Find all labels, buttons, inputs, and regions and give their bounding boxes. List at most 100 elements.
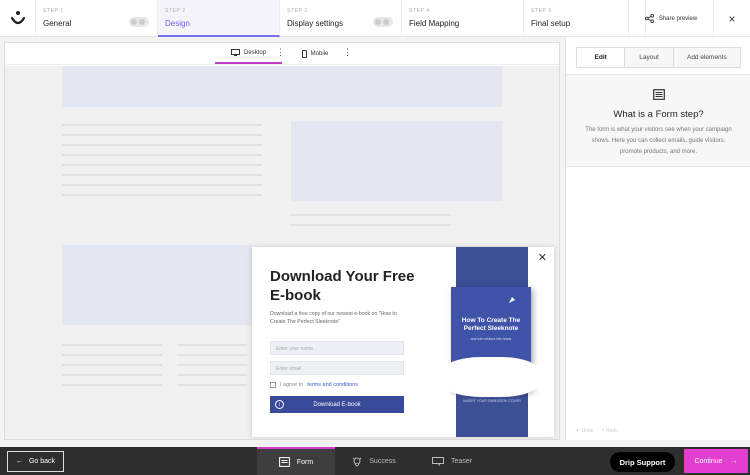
placeholder-line [62, 124, 262, 126]
placeholder-line [62, 344, 162, 346]
desktop-options-icon[interactable]: ⋮ [276, 48, 285, 57]
mobile-icon [301, 49, 307, 58]
ebook-subtitle: and turn visitors into leads [470, 337, 512, 341]
editor-panel: Edit Layout Add elements What is a Form … [565, 37, 750, 440]
step-info-text: The form is what your visitors see when … [585, 127, 732, 155]
ebook-title: How To Create The Perfect Sleeknote [461, 317, 521, 332]
placeholder-line [62, 364, 162, 366]
placeholder-line [62, 134, 262, 136]
step-name: Field Mapping [409, 19, 460, 28]
placeholder-line [62, 154, 262, 156]
download-button-label: Download E-book [313, 401, 361, 408]
step-field-mapping[interactable]: STEP 4 Field Mapping [402, 0, 524, 37]
placeholder-line [177, 344, 247, 346]
editor-tabs: Edit Layout Add elements [576, 47, 741, 68]
tab-teaser-label: Teaser [450, 457, 472, 465]
bottom-bar: ← Go back Form Success Teaser Drip Suppo… [0, 447, 750, 475]
terms-checkbox[interactable] [270, 382, 276, 388]
share-preview-button[interactable]: Share preview [628, 0, 713, 37]
step-general[interactable]: STEP 1 General [36, 0, 158, 37]
placeholder-line [177, 354, 247, 356]
popup-description[interactable]: Download a free copy of our newest e-boo… [270, 310, 410, 326]
placeholder-banner [62, 66, 502, 107]
placeholder-line [62, 354, 162, 356]
step-toggle[interactable] [129, 17, 149, 27]
step-info: What is a Form step? The form is what yo… [566, 74, 750, 167]
redo-label: Redo [606, 428, 619, 434]
step-name: Design [165, 19, 190, 28]
ebook-popup[interactable]: Download Your Free E-book Download a fre… [252, 247, 554, 437]
placeholder-line [62, 174, 262, 176]
sleeknote-logo[interactable] [0, 0, 36, 37]
placeholder-line [177, 374, 247, 376]
preview-canvas: Desktop ⋮ Mobile ⋮ Download Your Free E-… [4, 42, 560, 440]
placeholder-line [177, 364, 247, 366]
step-number: STEP 4 [409, 8, 430, 14]
step-number: STEP 3 [287, 8, 308, 14]
go-back-button[interactable]: ← Go back [7, 451, 64, 472]
arrow-left-icon: ← [15, 458, 23, 465]
popup-close-icon[interactable]: ✕ [538, 253, 547, 264]
popup-title[interactable]: Download Your Free E-book [270, 267, 420, 305]
top-bar: STEP 1 General STEP 2 Design STEP 3 Disp… [0, 0, 750, 37]
mobile-options-icon[interactable]: ⋮ [343, 48, 352, 57]
placeholder-image [62, 245, 252, 325]
tab-desktop[interactable]: Desktop [215, 43, 282, 64]
form-icon [278, 457, 290, 467]
tab-edit[interactable]: Edit [577, 48, 626, 67]
drip-support-button[interactable]: Drip Support [610, 452, 675, 472]
close-editor-button[interactable]: × [713, 0, 750, 37]
cloud-decoration [441, 357, 541, 397]
step-number: STEP 1 [43, 8, 64, 14]
teaser-icon [431, 456, 444, 466]
undo-label: Undo [581, 428, 594, 434]
undo-button[interactable]: ↶ Undo [576, 428, 594, 434]
placeholder-line [62, 374, 162, 376]
placeholder-line [62, 144, 262, 146]
placeholder-line [291, 224, 451, 226]
tab-mobile[interactable]: Mobile [295, 43, 335, 64]
placeholder-line [177, 384, 247, 386]
download-ebook-button[interactable]: i Download E-book [270, 396, 404, 413]
continue-button[interactable]: Continue → [684, 449, 748, 473]
undo-redo: ↶ Undo ↷ Redo [576, 428, 618, 434]
step-toggle[interactable] [373, 17, 393, 27]
redo-button[interactable]: ↷ Redo [601, 428, 619, 434]
placeholder-line [62, 384, 162, 386]
tab-form[interactable]: Form [257, 447, 335, 475]
placeholder-image [291, 121, 502, 201]
step-design[interactable]: STEP 2 Design [158, 0, 280, 37]
tab-layout[interactable]: Layout [625, 48, 674, 67]
tab-mobile-label: Mobile [310, 50, 329, 57]
step-display-settings[interactable]: STEP 3 Display settings [280, 0, 402, 37]
close-icon: × [728, 11, 736, 26]
tab-teaser[interactable]: Teaser [413, 447, 491, 475]
website-preview: Download Your Free E-book Download a fre… [5, 66, 559, 439]
share-icon [644, 14, 654, 23]
terms-text: I agree to [280, 382, 304, 388]
share-preview-label: Share preview [658, 15, 698, 22]
form-icon [653, 89, 665, 100]
info-icon: i [275, 400, 284, 409]
terms-link[interactable]: terms and conditions [307, 382, 358, 388]
tab-form-label: Form [296, 458, 314, 466]
terms-checkbox-row[interactable]: I agree to terms and conditions [270, 382, 358, 388]
rocket-icon [509, 297, 515, 303]
name-field[interactable]: Enter your name... [270, 341, 404, 355]
continue-label: Continue [694, 457, 723, 465]
step-number: STEP 2 [165, 8, 186, 14]
tab-desktop-label: Desktop [243, 49, 266, 56]
go-back-label: Go back [28, 458, 56, 465]
ebook-cover[interactable]: How To Create The Perfect Sleeknote and … [441, 287, 541, 397]
step-info-title: What is a Form step? [613, 109, 704, 120]
tab-add-elements[interactable]: Add elements [673, 48, 741, 67]
device-switcher: Desktop ⋮ Mobile ⋮ [5, 43, 559, 65]
placeholder-line [291, 214, 451, 216]
email-field[interactable]: Enter email [270, 361, 404, 375]
tab-success-label: Success [369, 457, 396, 465]
cover-caption: INSERT YOUR OWN BOOK COVER [463, 399, 521, 403]
placeholder-line [62, 194, 262, 196]
arrow-right-icon: → [730, 457, 738, 465]
tab-success[interactable]: Success [335, 447, 413, 475]
trophy-icon [352, 457, 362, 467]
